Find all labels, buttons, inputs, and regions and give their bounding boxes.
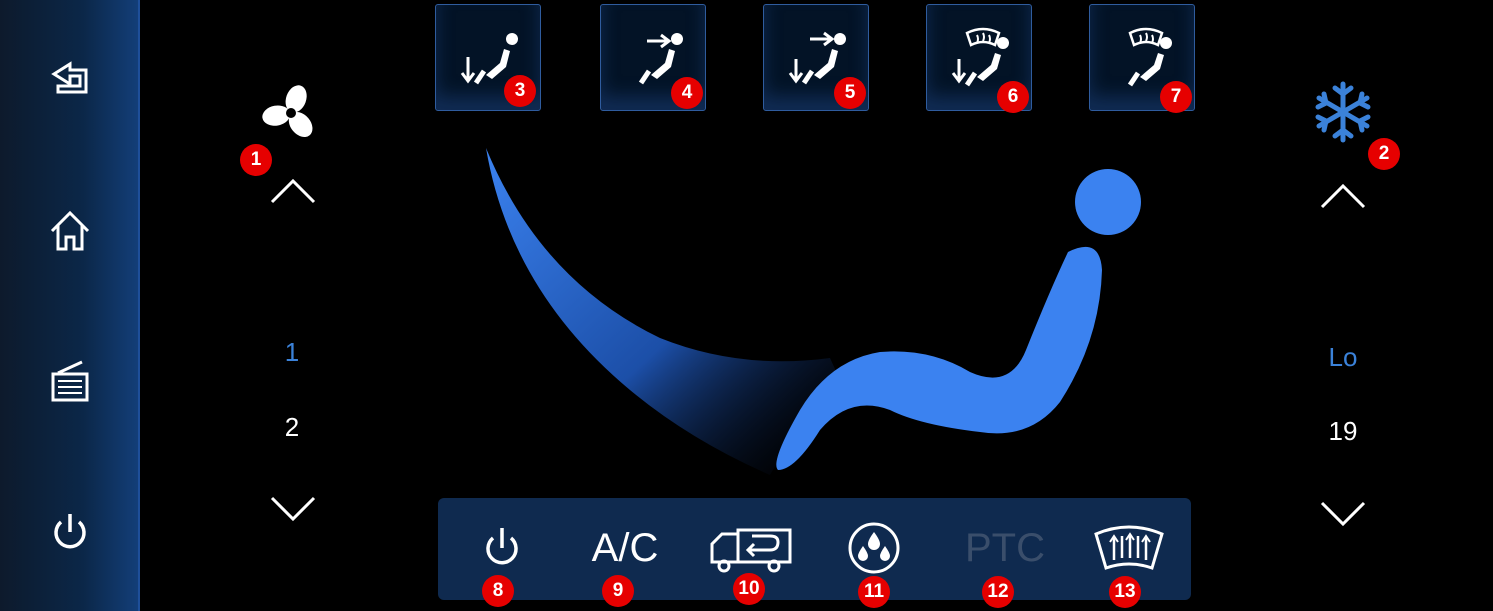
fan-level-2[interactable]: 2: [262, 412, 322, 443]
back-button[interactable]: [44, 52, 96, 104]
snowflake-icon: [1315, 81, 1371, 143]
recirculation-button[interactable]: [708, 522, 794, 574]
badge: 4: [671, 77, 703, 109]
badge: 8: [482, 575, 514, 607]
power-icon: [54, 514, 86, 549]
badge: 3: [504, 75, 536, 107]
fan-level-1[interactable]: 1: [262, 337, 322, 368]
bottom-control-bar: A/C PTC: [438, 498, 1191, 600]
radio-button[interactable]: [44, 356, 96, 408]
mode-defrost-button[interactable]: 7: [1089, 4, 1195, 113]
mode-feet-button[interactable]: 3: [435, 4, 541, 111]
badge: 10: [733, 573, 765, 605]
badge: 5: [834, 77, 866, 109]
power-icon: [486, 528, 518, 565]
badge: 2: [1368, 138, 1400, 170]
rear-defrost-icon: [1094, 525, 1164, 570]
badge: 9: [602, 575, 634, 607]
back-icon: [51, 61, 88, 94]
temperature-level-lo[interactable]: Lo: [1313, 342, 1373, 373]
ptc-button[interactable]: PTC: [960, 522, 1050, 574]
fan-down-button[interactable]: [268, 495, 318, 525]
badge: 13: [1109, 576, 1141, 608]
mode-face-button[interactable]: 4: [600, 4, 706, 111]
temperature-level-19[interactable]: 19: [1313, 416, 1373, 447]
seat-airflow-illustration: [486, 148, 1141, 475]
badge: 7: [1160, 81, 1192, 113]
fan-up-button[interactable]: [268, 175, 318, 205]
ac-button[interactable]: A/C: [584, 522, 666, 574]
mode-defrost-feet-button[interactable]: 6: [926, 4, 1032, 113]
climate-power-button[interactable]: [476, 522, 528, 574]
power-button[interactable]: [44, 506, 96, 558]
home-button[interactable]: [44, 205, 96, 257]
mode-face-feet-button[interactable]: 5: [763, 4, 869, 111]
sidebar: [0, 0, 140, 611]
droplets-icon: [848, 522, 900, 574]
badge: 6: [997, 81, 1029, 113]
radio-icon: [51, 360, 89, 402]
dehumidify-button[interactable]: [846, 522, 902, 574]
temperature-up-button[interactable]: [1318, 180, 1368, 210]
badge: 1: [240, 144, 272, 176]
rear-defrost-button[interactable]: [1092, 522, 1166, 574]
recirculation-icon: [710, 528, 792, 573]
home-icon: [50, 210, 90, 251]
badge: 12: [982, 576, 1014, 608]
temperature-down-button[interactable]: [1318, 500, 1368, 530]
badge: 11: [858, 576, 890, 608]
fan-icon: [262, 85, 313, 137]
